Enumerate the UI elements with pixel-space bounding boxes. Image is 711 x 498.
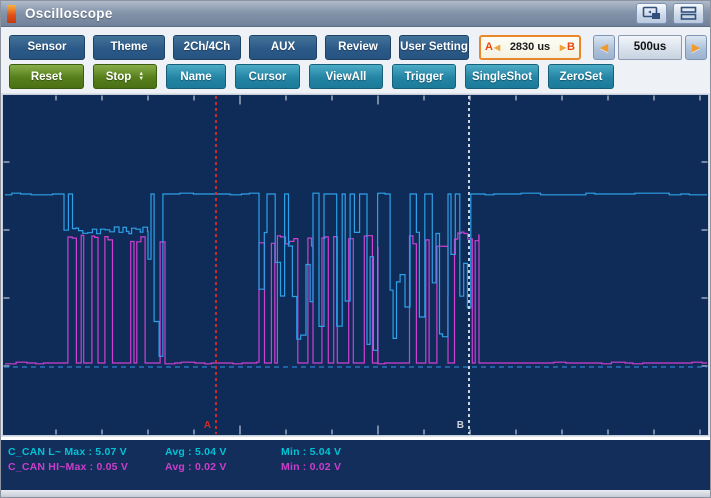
trigger-button[interactable]: Trigger bbox=[392, 64, 456, 89]
timebase-control: ◀ 500us ▶ bbox=[593, 35, 707, 60]
title-bar: Oscilloscope bbox=[1, 1, 710, 27]
app-icon bbox=[7, 5, 16, 23]
window-restore-icon bbox=[642, 6, 662, 21]
can-l-avg-value: Avg : 5.04 V bbox=[165, 446, 281, 458]
can-hi-avg-value: Avg : 0.02 V bbox=[165, 461, 281, 473]
toolbar-row-1: Sensor Theme 2Ch/4Ch AUX Review User Set… bbox=[1, 27, 710, 61]
can-hi-min-value: Min : 0.02 V bbox=[281, 461, 341, 473]
ab-delta-value: 2830 us bbox=[501, 41, 559, 53]
stop-spinner-icon: ▲ ▼ bbox=[138, 72, 144, 82]
stop-button-label: Stop bbox=[106, 71, 132, 83]
cursor-b-label: B bbox=[567, 41, 575, 53]
window-bottom-frame bbox=[1, 490, 710, 497]
reset-button[interactable]: Reset bbox=[9, 64, 84, 89]
stop-button[interactable]: Stop ▲ ▼ bbox=[93, 64, 157, 89]
zeroset-button[interactable]: ZeroSet bbox=[548, 64, 614, 89]
timebase-value: 500us bbox=[618, 35, 682, 60]
name-button[interactable]: Name bbox=[166, 64, 226, 89]
waveform-canvas[interactable]: AB bbox=[1, 93, 710, 437]
user-setting-button[interactable]: User Setting bbox=[399, 35, 469, 60]
measurement-panel: C_CAN L~ Max : 5.07 V Avg : 5.04 V Min :… bbox=[1, 437, 710, 490]
review-button[interactable]: Review bbox=[325, 35, 391, 60]
timebase-increase-button[interactable]: ▶ bbox=[685, 35, 707, 60]
can-hi-max-value: C_CAN HI~Max : 0.05 V bbox=[1, 461, 165, 473]
cursor-b-arrow-icon: ▶ bbox=[560, 43, 566, 52]
cursor-a-arrow-icon: ◀ bbox=[494, 43, 500, 52]
measurement-row-can-l: C_CAN L~ Max : 5.07 V Avg : 5.04 V Min :… bbox=[1, 444, 710, 459]
measurement-row-can-hi: C_CAN HI~Max : 0.05 V Avg : 0.02 V Min :… bbox=[1, 459, 710, 474]
oscilloscope-window: Oscilloscope Sensor Theme 2Ch/4Ch AUX Re… bbox=[0, 0, 711, 498]
singleshot-button[interactable]: SingleShot bbox=[465, 64, 539, 89]
channel-mode-button[interactable]: 2Ch/4Ch bbox=[173, 35, 241, 60]
aux-button[interactable]: AUX bbox=[249, 35, 317, 60]
cursor-button[interactable]: Cursor bbox=[235, 64, 300, 89]
timebase-decrease-button[interactable]: ◀ bbox=[593, 35, 615, 60]
toolbar-row-2: Reset Stop ▲ ▼ Name Cursor ViewAll Trigg… bbox=[1, 61, 710, 91]
can-l-max-value: C_CAN L~ Max : 5.07 V bbox=[1, 446, 165, 458]
cursor-a-label: A bbox=[485, 41, 493, 53]
viewall-button[interactable]: ViewAll bbox=[309, 64, 383, 89]
sensor-button[interactable]: Sensor bbox=[9, 35, 85, 60]
cursor-b-label: B bbox=[457, 420, 464, 431]
waveform-display[interactable]: AB bbox=[1, 91, 710, 437]
window-split-icon bbox=[680, 6, 698, 21]
window-title: Oscilloscope bbox=[25, 6, 630, 21]
ab-cursor-readout[interactable]: A◀ 2830 us ▶B bbox=[479, 35, 581, 60]
cursor-a-label: A bbox=[204, 420, 211, 431]
window-restore-button[interactable] bbox=[636, 3, 667, 24]
can-l-min-value: Min : 5.04 V bbox=[281, 446, 341, 458]
theme-button[interactable]: Theme bbox=[93, 35, 165, 60]
window-split-button[interactable] bbox=[673, 3, 704, 24]
